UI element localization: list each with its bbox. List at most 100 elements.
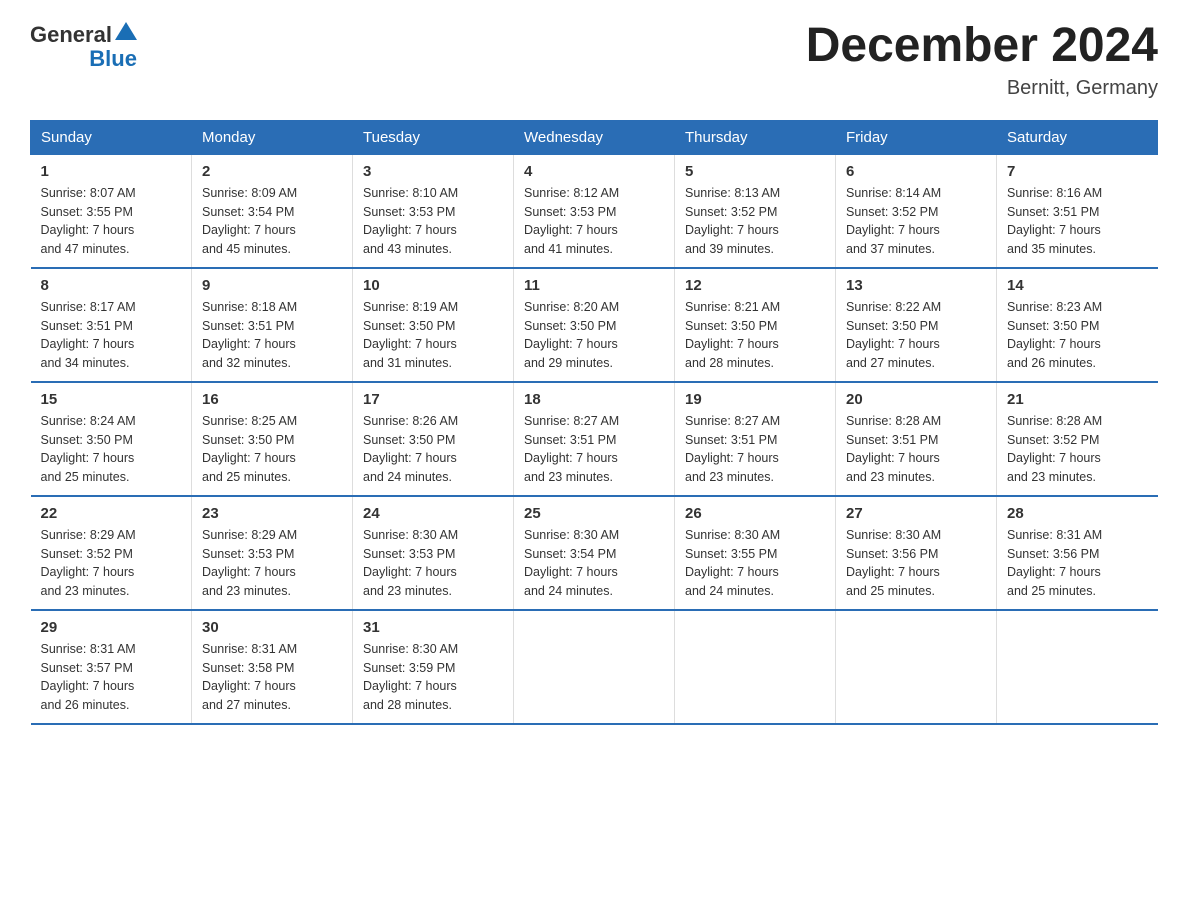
- day-info: Sunrise: 8:28 AMSunset: 3:51 PMDaylight:…: [846, 412, 986, 487]
- calendar-cell: 2 Sunrise: 8:09 AMSunset: 3:54 PMDayligh…: [192, 154, 353, 268]
- day-number: 26: [685, 505, 825, 522]
- calendar-cell: 20 Sunrise: 8:28 AMSunset: 3:51 PMDaylig…: [836, 382, 997, 496]
- calendar-cell: 4 Sunrise: 8:12 AMSunset: 3:53 PMDayligh…: [514, 154, 675, 268]
- day-number: 2: [202, 163, 342, 180]
- title-block: December 2024 Bernitt, Germany: [806, 20, 1158, 100]
- calendar-cell: 7 Sunrise: 8:16 AMSunset: 3:51 PMDayligh…: [997, 154, 1158, 268]
- day-number: 30: [202, 619, 342, 636]
- calendar-cell: 12 Sunrise: 8:21 AMSunset: 3:50 PMDaylig…: [675, 268, 836, 382]
- calendar-week-row: 22 Sunrise: 8:29 AMSunset: 3:52 PMDaylig…: [31, 496, 1158, 610]
- day-number: 23: [202, 505, 342, 522]
- day-number: 20: [846, 391, 986, 408]
- calendar-cell: [836, 610, 997, 724]
- calendar-cell: 29 Sunrise: 8:31 AMSunset: 3:57 PMDaylig…: [31, 610, 192, 724]
- day-info: Sunrise: 8:20 AMSunset: 3:50 PMDaylight:…: [524, 298, 664, 373]
- calendar-cell: [675, 610, 836, 724]
- day-number: 11: [524, 277, 664, 294]
- day-info: Sunrise: 8:30 AMSunset: 3:53 PMDaylight:…: [363, 526, 503, 601]
- calendar-cell: 24 Sunrise: 8:30 AMSunset: 3:53 PMDaylig…: [353, 496, 514, 610]
- calendar-week-row: 1 Sunrise: 8:07 AMSunset: 3:55 PMDayligh…: [31, 154, 1158, 268]
- day-info: Sunrise: 8:16 AMSunset: 3:51 PMDaylight:…: [1007, 184, 1148, 259]
- day-info: Sunrise: 8:30 AMSunset: 3:56 PMDaylight:…: [846, 526, 986, 601]
- day-info: Sunrise: 8:31 AMSunset: 3:57 PMDaylight:…: [41, 640, 182, 715]
- day-number: 27: [846, 505, 986, 522]
- logo-general-text: General: [30, 22, 112, 48]
- day-info: Sunrise: 8:29 AMSunset: 3:53 PMDaylight:…: [202, 526, 342, 601]
- day-number: 6: [846, 163, 986, 180]
- day-info: Sunrise: 8:22 AMSunset: 3:50 PMDaylight:…: [846, 298, 986, 373]
- day-number: 18: [524, 391, 664, 408]
- calendar-cell: 15 Sunrise: 8:24 AMSunset: 3:50 PMDaylig…: [31, 382, 192, 496]
- day-info: Sunrise: 8:30 AMSunset: 3:55 PMDaylight:…: [685, 526, 825, 601]
- calendar-cell: 13 Sunrise: 8:22 AMSunset: 3:50 PMDaylig…: [836, 268, 997, 382]
- day-header-monday: Monday: [192, 120, 353, 154]
- logo: General Blue: [30, 20, 137, 72]
- calendar-cell: 8 Sunrise: 8:17 AMSunset: 3:51 PMDayligh…: [31, 268, 192, 382]
- day-info: Sunrise: 8:09 AMSunset: 3:54 PMDaylight:…: [202, 184, 342, 259]
- calendar-cell: 25 Sunrise: 8:30 AMSunset: 3:54 PMDaylig…: [514, 496, 675, 610]
- month-title: December 2024: [806, 20, 1158, 73]
- calendar-cell: 14 Sunrise: 8:23 AMSunset: 3:50 PMDaylig…: [997, 268, 1158, 382]
- day-number: 16: [202, 391, 342, 408]
- day-number: 31: [363, 619, 503, 636]
- calendar-cell: 3 Sunrise: 8:10 AMSunset: 3:53 PMDayligh…: [353, 154, 514, 268]
- day-info: Sunrise: 8:31 AMSunset: 3:56 PMDaylight:…: [1007, 526, 1148, 601]
- day-number: 9: [202, 277, 342, 294]
- day-number: 5: [685, 163, 825, 180]
- calendar-cell: 9 Sunrise: 8:18 AMSunset: 3:51 PMDayligh…: [192, 268, 353, 382]
- calendar-cell: [514, 610, 675, 724]
- location-text: Bernitt, Germany: [806, 77, 1158, 100]
- day-header-thursday: Thursday: [675, 120, 836, 154]
- day-header-friday: Friday: [836, 120, 997, 154]
- calendar-cell: 11 Sunrise: 8:20 AMSunset: 3:50 PMDaylig…: [514, 268, 675, 382]
- calendar-cell: 1 Sunrise: 8:07 AMSunset: 3:55 PMDayligh…: [31, 154, 192, 268]
- day-number: 15: [41, 391, 182, 408]
- day-number: 1: [41, 163, 182, 180]
- day-number: 14: [1007, 277, 1148, 294]
- day-info: Sunrise: 8:13 AMSunset: 3:52 PMDaylight:…: [685, 184, 825, 259]
- day-number: 8: [41, 277, 182, 294]
- day-number: 22: [41, 505, 182, 522]
- calendar-cell: 19 Sunrise: 8:27 AMSunset: 3:51 PMDaylig…: [675, 382, 836, 496]
- logo-icon: General Blue: [30, 20, 137, 72]
- calendar-cell: 26 Sunrise: 8:30 AMSunset: 3:55 PMDaylig…: [675, 496, 836, 610]
- day-header-tuesday: Tuesday: [353, 120, 514, 154]
- calendar-cell: 5 Sunrise: 8:13 AMSunset: 3:52 PMDayligh…: [675, 154, 836, 268]
- day-header-saturday: Saturday: [997, 120, 1158, 154]
- day-info: Sunrise: 8:25 AMSunset: 3:50 PMDaylight:…: [202, 412, 342, 487]
- day-number: 12: [685, 277, 825, 294]
- day-number: 10: [363, 277, 503, 294]
- page-header: General Blue December 2024 Bernitt, Germ…: [30, 20, 1158, 100]
- calendar-cell: 28 Sunrise: 8:31 AMSunset: 3:56 PMDaylig…: [997, 496, 1158, 610]
- day-number: 19: [685, 391, 825, 408]
- calendar-cell: 27 Sunrise: 8:30 AMSunset: 3:56 PMDaylig…: [836, 496, 997, 610]
- calendar-cell: 31 Sunrise: 8:30 AMSunset: 3:59 PMDaylig…: [353, 610, 514, 724]
- calendar-week-row: 29 Sunrise: 8:31 AMSunset: 3:57 PMDaylig…: [31, 610, 1158, 724]
- calendar-cell: 17 Sunrise: 8:26 AMSunset: 3:50 PMDaylig…: [353, 382, 514, 496]
- day-number: 3: [363, 163, 503, 180]
- day-info: Sunrise: 8:12 AMSunset: 3:53 PMDaylight:…: [524, 184, 664, 259]
- calendar-cell: 18 Sunrise: 8:27 AMSunset: 3:51 PMDaylig…: [514, 382, 675, 496]
- calendar-table: SundayMondayTuesdayWednesdayThursdayFrid…: [30, 120, 1158, 725]
- calendar-week-row: 15 Sunrise: 8:24 AMSunset: 3:50 PMDaylig…: [31, 382, 1158, 496]
- calendar-cell: 21 Sunrise: 8:28 AMSunset: 3:52 PMDaylig…: [997, 382, 1158, 496]
- day-header-wednesday: Wednesday: [514, 120, 675, 154]
- logo-triangle-icon: [115, 20, 137, 42]
- calendar-cell: 23 Sunrise: 8:29 AMSunset: 3:53 PMDaylig…: [192, 496, 353, 610]
- calendar-cell: [997, 610, 1158, 724]
- calendar-cell: 22 Sunrise: 8:29 AMSunset: 3:52 PMDaylig…: [31, 496, 192, 610]
- day-info: Sunrise: 8:21 AMSunset: 3:50 PMDaylight:…: [685, 298, 825, 373]
- day-number: 4: [524, 163, 664, 180]
- day-info: Sunrise: 8:14 AMSunset: 3:52 PMDaylight:…: [846, 184, 986, 259]
- calendar-header-row: SundayMondayTuesdayWednesdayThursdayFrid…: [31, 120, 1158, 154]
- day-info: Sunrise: 8:07 AMSunset: 3:55 PMDaylight:…: [41, 184, 182, 259]
- day-info: Sunrise: 8:19 AMSunset: 3:50 PMDaylight:…: [363, 298, 503, 373]
- day-info: Sunrise: 8:23 AMSunset: 3:50 PMDaylight:…: [1007, 298, 1148, 373]
- day-info: Sunrise: 8:10 AMSunset: 3:53 PMDaylight:…: [363, 184, 503, 259]
- day-info: Sunrise: 8:30 AMSunset: 3:54 PMDaylight:…: [524, 526, 664, 601]
- day-info: Sunrise: 8:28 AMSunset: 3:52 PMDaylight:…: [1007, 412, 1148, 487]
- day-number: 7: [1007, 163, 1148, 180]
- logo-blue-text: Blue: [89, 46, 137, 72]
- day-info: Sunrise: 8:27 AMSunset: 3:51 PMDaylight:…: [524, 412, 664, 487]
- day-number: 13: [846, 277, 986, 294]
